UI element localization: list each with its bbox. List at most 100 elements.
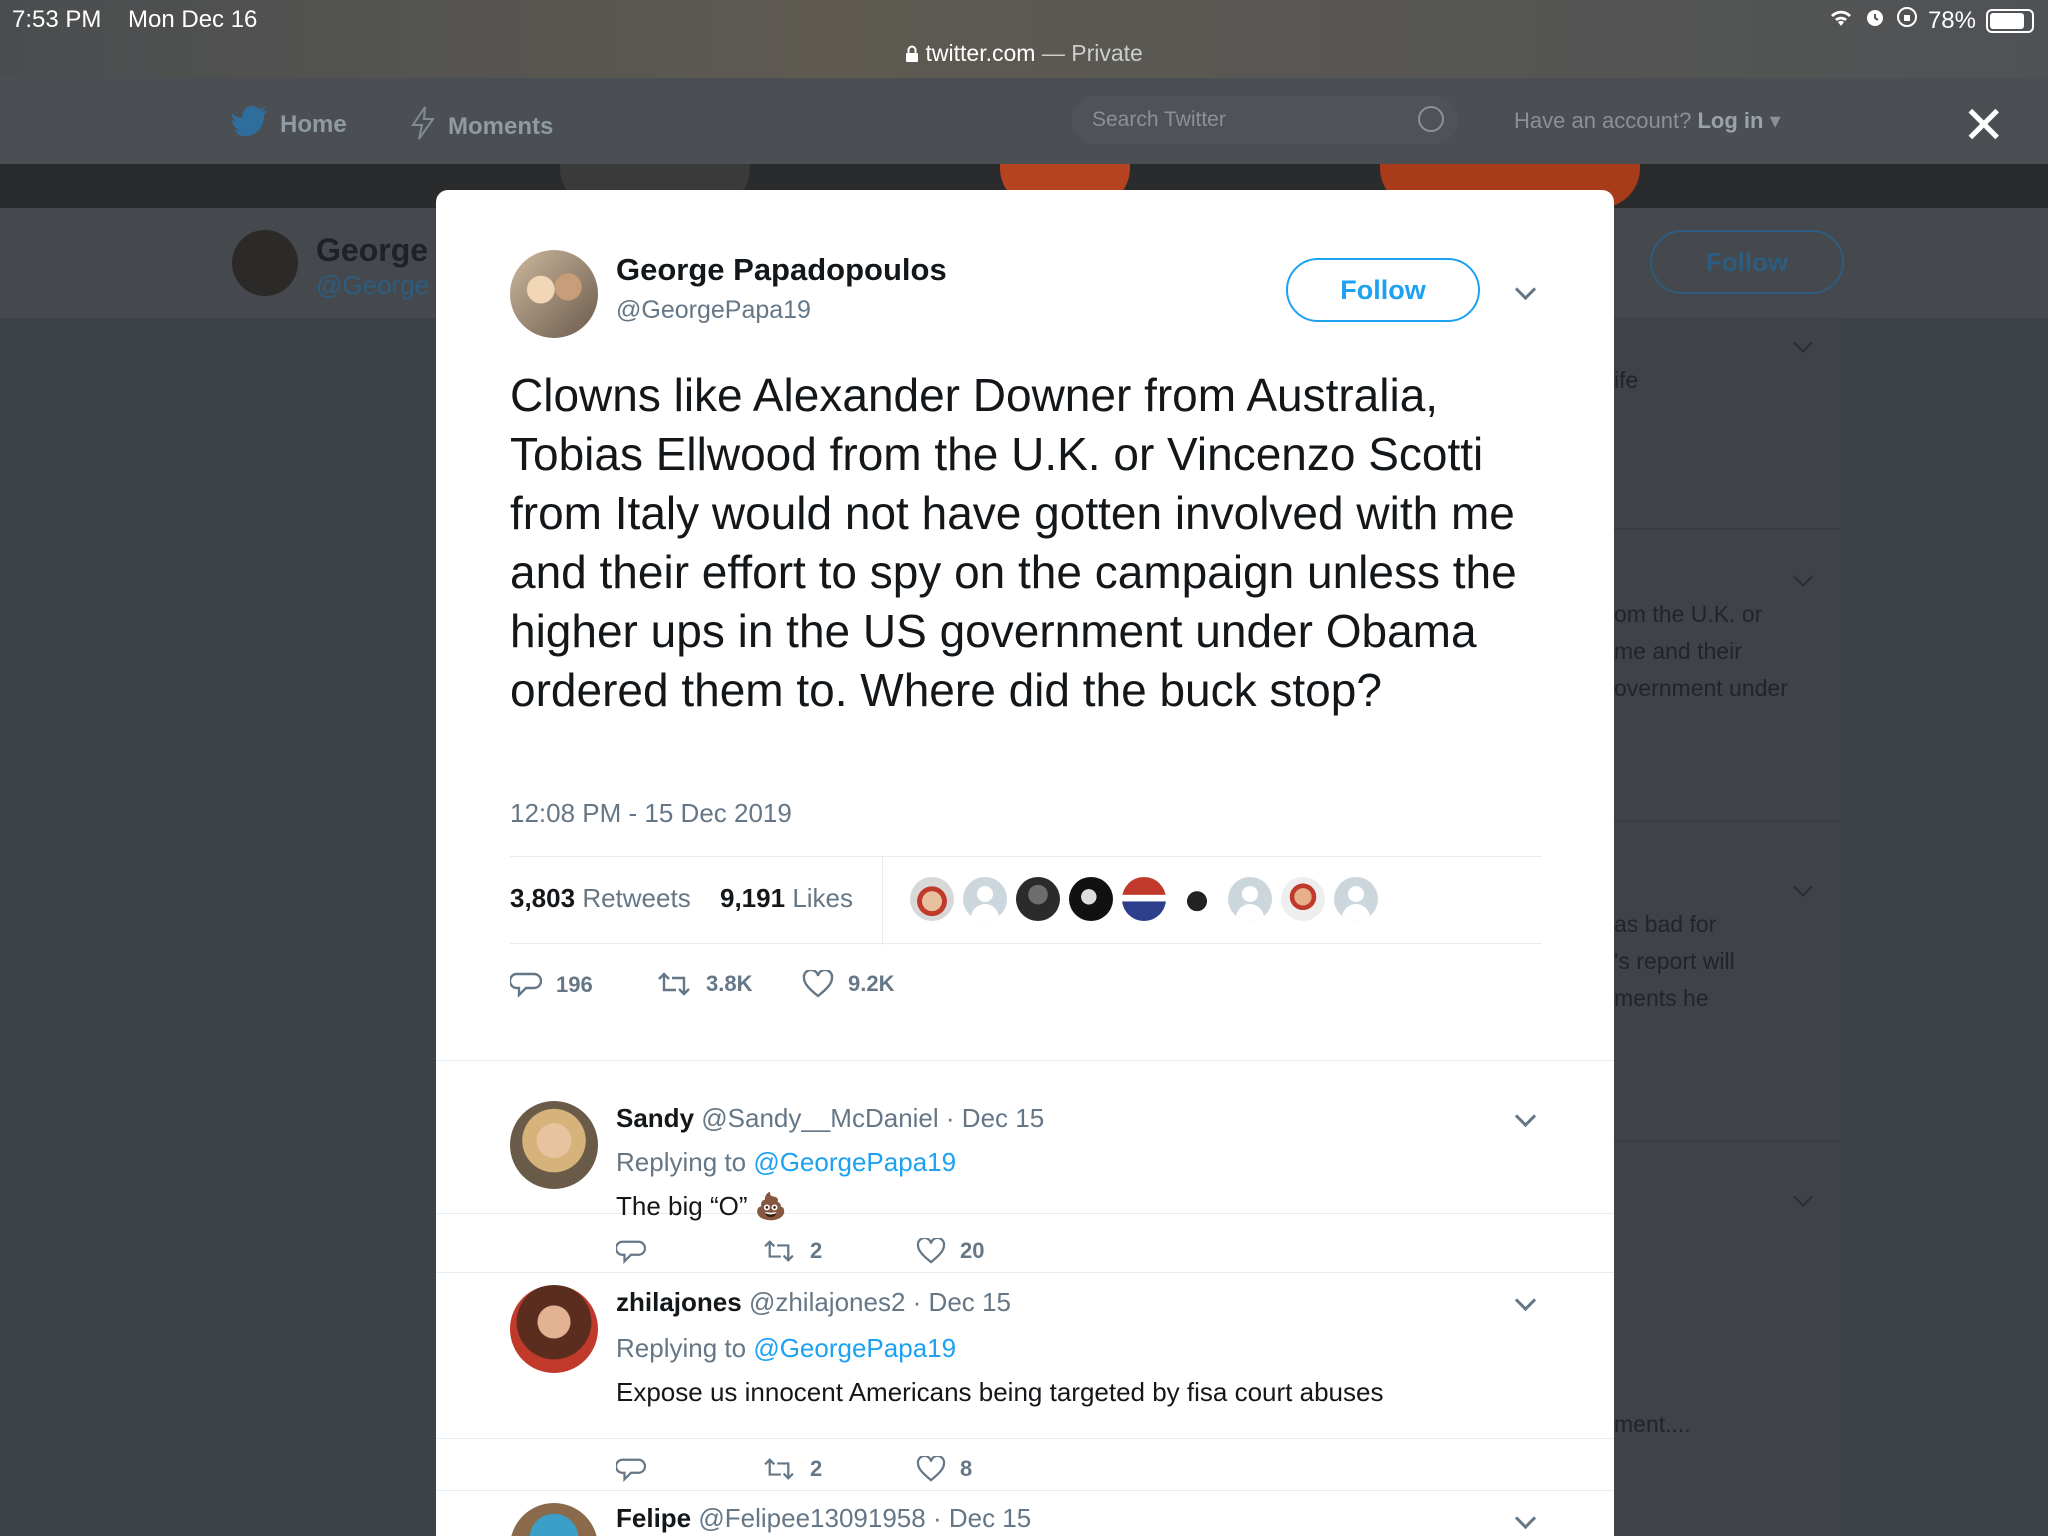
reply-date[interactable]: · Dec 15 <box>913 1287 1011 1317</box>
close-icon[interactable]: ✕ <box>1962 100 2006 152</box>
retweet-action[interactable]: 3.8K <box>656 970 752 998</box>
account-prompt-text: Have an account? <box>1514 108 1692 133</box>
retweet-action[interactable]: 2 <box>762 1456 822 1482</box>
twitter-header: Home Moments Search Twitter Have an acco… <box>0 78 2048 164</box>
alarm-icon <box>1864 6 1886 35</box>
battery-icon <box>1986 8 2034 33</box>
status-bar: 7:53 PM Mon Dec 16 78% twitter.com — Pri… <box>0 0 2048 78</box>
reply-author-name[interactable]: Sandy <box>616 1103 694 1133</box>
reply-icon <box>616 1238 646 1266</box>
reply-author-handle[interactable]: @Sandy__McDaniel <box>701 1103 938 1133</box>
search-input[interactable]: Search Twitter <box>1072 96 1458 144</box>
liker-avatar[interactable] <box>1069 877 1113 921</box>
author-handle[interactable]: @GeorgePapa19 <box>616 296 811 325</box>
private-mode-label: — Private <box>1035 40 1143 66</box>
tweet-stats: 3,803 Retweets 9,191 Likes <box>510 856 1542 945</box>
reply-date[interactable]: · Dec 15 <box>933 1503 1031 1533</box>
timeline-snippet: ment.... <box>1614 1411 1691 1437</box>
reply-item[interactable]: Sandy @Sandy__McDaniel · Dec 15 Replying… <box>436 1060 1614 1221</box>
likes-count: 9,191 <box>720 883 786 913</box>
chevron-down-icon[interactable] <box>1514 1289 1537 1312</box>
reply-text: Expose us innocent Americans being targe… <box>616 1377 1384 1407</box>
retweet-action[interactable]: 2 <box>762 1238 822 1264</box>
retweets-count: 3,803 <box>510 883 576 913</box>
replying-to: Replying to @GeorgePapa19 <box>616 1333 956 1364</box>
author-name[interactable]: George Papadopoulos <box>616 252 947 288</box>
replying-to-link[interactable]: @GeorgePapa19 <box>753 1147 956 1177</box>
liker-avatar[interactable] <box>1122 877 1166 921</box>
profile-follow-button[interactable]: Follow <box>1650 230 1844 294</box>
liker-avatar[interactable] <box>1016 877 1060 921</box>
caret-down-icon: ▾ <box>1763 108 1781 133</box>
author-avatar[interactable] <box>510 250 598 338</box>
profile-name: George <box>316 232 429 268</box>
profile-handle: @George <box>316 270 430 300</box>
liker-avatar[interactable] <box>1228 877 1272 921</box>
like-count: 20 <box>960 1238 985 1263</box>
like-count: 9.2K <box>848 971 895 996</box>
replying-prefix: Replying to <box>616 1333 747 1363</box>
reply-author-handle[interactable]: @zhilajones2 <box>749 1287 905 1317</box>
liker-avatar[interactable] <box>963 877 1007 921</box>
likes-stat[interactable]: 9,191 Likes <box>720 883 853 914</box>
reply-action[interactable] <box>616 1238 646 1266</box>
address-bar[interactable]: twitter.com — Private <box>0 40 2048 67</box>
nav-moments-label: Moments <box>448 112 554 140</box>
wifi-icon <box>1828 6 1854 35</box>
liker-avatar[interactable] <box>910 877 954 921</box>
nav-moments[interactable]: Moments <box>410 106 553 147</box>
like-action[interactable]: 20 <box>916 1238 984 1264</box>
login-link[interactable]: Log in <box>1697 108 1763 133</box>
retweet-count: 3.8K <box>706 971 753 996</box>
reply-actions: 2 8 <box>616 1456 1116 1492</box>
reply-avatar[interactable] <box>510 1285 598 1373</box>
reply-date[interactable]: · Dec 15 <box>946 1103 1044 1133</box>
reply-text-content: The big “O” <box>616 1191 748 1221</box>
like-action[interactable]: 8 <box>916 1456 972 1482</box>
reply-item[interactable]: zhilajones @zhilajones2 · Dec 15 Replyin… <box>436 1273 1614 1439</box>
likes-label: Likes <box>792 883 854 913</box>
replying-to-link[interactable]: @GeorgePapa19 <box>753 1333 956 1363</box>
status-icons: 78% <box>1828 6 2034 35</box>
timeline-snippet: as bad for <box>1614 911 1717 937</box>
timeline-snippet: me and their <box>1614 638 1742 664</box>
reply-item[interactable]: Felipe @Felipee13091958 · Dec 15 <box>436 1491 1614 1536</box>
like-action[interactable]: 9.2K <box>802 970 894 998</box>
twitter-bird-icon <box>231 106 268 143</box>
timeline-snippet: overnment under <box>1614 675 1788 701</box>
reply-avatar[interactable] <box>510 1503 598 1536</box>
lock-icon <box>905 40 925 66</box>
retweets-stat[interactable]: 3,803 Retweets <box>510 883 691 914</box>
reply-header: zhilajones @zhilajones2 · Dec 15 <box>616 1287 1011 1318</box>
status-date: Mon Dec 16 <box>128 6 258 33</box>
nav-home-label: Home <box>280 110 347 138</box>
liker-avatar[interactable] <box>1334 877 1378 921</box>
retweet-count: 2 <box>810 1456 823 1481</box>
reply-avatar[interactable] <box>510 1101 598 1189</box>
lightning-icon <box>410 106 436 147</box>
retweets-label: Retweets <box>582 883 691 913</box>
nav-home[interactable]: Home <box>231 106 347 143</box>
chevron-down-icon[interactable] <box>1514 1105 1537 1128</box>
heart-icon <box>916 1456 946 1482</box>
poop-emoji-icon: 💩 <box>754 1191 788 1221</box>
follow-button[interactable]: Follow <box>1286 258 1480 322</box>
replying-to: Replying to @GeorgePapa19 <box>616 1147 956 1178</box>
chevron-down-icon[interactable] <box>1514 1507 1537 1530</box>
liker-avatar[interactable] <box>1175 877 1219 921</box>
battery-percent: 78% <box>1927 6 1976 34</box>
reply-author-name[interactable]: Felipe <box>616 1503 691 1533</box>
heart-icon <box>802 970 834 998</box>
search-icon[interactable] <box>1418 106 1444 132</box>
reply-author-name[interactable]: zhilajones <box>616 1287 742 1317</box>
profile-avatar <box>232 230 298 296</box>
reply-author-handle[interactable]: @Felipee13091958 <box>698 1503 925 1533</box>
liker-avatar[interactable] <box>1281 877 1325 921</box>
tweet-timestamp[interactable]: 12:08 PM - 15 Dec 2019 <box>510 798 792 829</box>
reply-count: 196 <box>556 972 593 997</box>
reply-action[interactable]: 196 <box>510 970 593 1000</box>
chevron-down-icon[interactable] <box>1514 278 1537 301</box>
reply-actions: 2 20 <box>616 1238 1116 1274</box>
reply-action[interactable] <box>616 1456 646 1484</box>
like-count: 8 <box>960 1456 973 1481</box>
